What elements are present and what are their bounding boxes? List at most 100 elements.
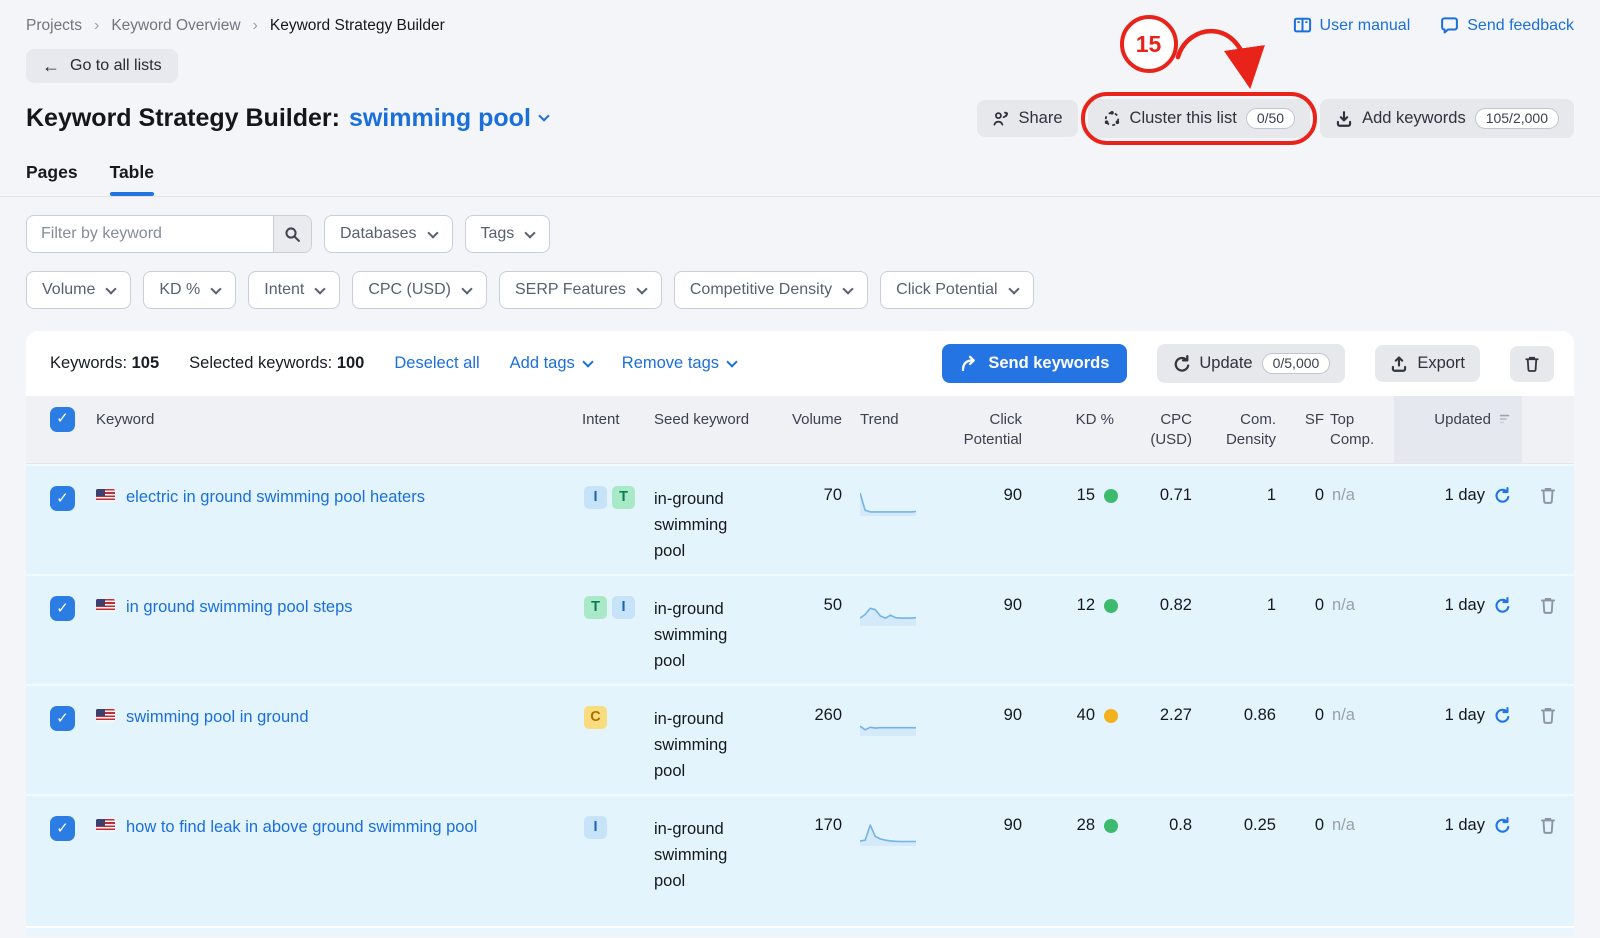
us-flag-icon	[96, 819, 115, 832]
update-label: Update	[1199, 354, 1252, 373]
select-all-checkbox[interactable]: ✓	[50, 407, 75, 432]
kd-value: 28	[1077, 816, 1095, 835]
seed-keyword: in-ground swimming pool	[654, 576, 762, 684]
tab-table[interactable]: Table	[110, 162, 154, 196]
volume-filter-dropdown[interactable]: Volume	[26, 271, 131, 309]
breadcrumb-keyword-overview[interactable]: Keyword Overview	[111, 17, 240, 35]
intent-badge-transactional[interactable]: T	[584, 596, 607, 619]
send-keywords-button[interactable]: Send keywords	[942, 344, 1127, 383]
delete-row-icon[interactable]	[1539, 706, 1557, 725]
header-cpc[interactable]: CPC (USD)	[1120, 396, 1198, 463]
header-keyword[interactable]: Keyword	[90, 396, 582, 463]
click-potential-filter-dropdown[interactable]: Click Potential	[880, 271, 1033, 309]
page-title: Keyword Strategy Builder: swimming pool	[26, 104, 548, 133]
add-keywords-button[interactable]: Add keywords 105/2,000	[1320, 99, 1574, 138]
cluster-button-wrap: Cluster this list 0/50 15	[1088, 99, 1311, 138]
keyword-filter-input[interactable]	[27, 216, 273, 252]
header-intent[interactable]: Intent	[582, 396, 654, 463]
trend-sparkline	[860, 710, 916, 736]
list-name-dropdown[interactable]: swimming pool	[349, 104, 548, 133]
keyword-link[interactable]: electric in ground swimming pool heaters	[126, 486, 425, 508]
cpc-filter-dropdown[interactable]: CPC (USD)	[352, 271, 487, 309]
search-button[interactable]	[273, 216, 311, 252]
header-kd[interactable]: KD %	[1028, 396, 1120, 463]
competitive-density-value: 1	[1198, 466, 1282, 574]
keyword-link[interactable]: how to find leak in above ground swimmin…	[126, 816, 477, 838]
row-checkbox[interactable]: ✓	[50, 486, 75, 511]
intent-badge-transactional[interactable]: T	[612, 486, 635, 509]
sort-icon[interactable]	[1498, 413, 1512, 425]
add-tags-dropdown[interactable]: Add tags	[510, 354, 592, 373]
keywords-quota-badge: 105/2,000	[1475, 108, 1559, 129]
intent-filter-dropdown[interactable]: Intent	[248, 271, 340, 309]
header-com-density[interactable]: Com. Density	[1198, 396, 1282, 463]
cluster-icon	[1103, 110, 1121, 128]
delete-selected-button[interactable]	[1510, 346, 1554, 382]
keyword-link[interactable]: in ground swimming pool steps	[126, 596, 353, 618]
updated-value: 1 day	[1445, 596, 1485, 615]
cluster-this-list-button[interactable]: Cluster this list 0/50	[1088, 99, 1311, 138]
remove-tags-dropdown[interactable]: Remove tags	[622, 354, 736, 373]
share-user-icon	[992, 110, 1010, 128]
tab-pages[interactable]: Pages	[26, 162, 78, 196]
serp-features-filter-dropdown[interactable]: SERP Features	[499, 271, 662, 309]
go-to-all-lists-button[interactable]: ← Go to all lists	[26, 49, 178, 83]
intent-badge-informational[interactable]: I	[584, 816, 607, 839]
deselect-all-link[interactable]: Deselect all	[394, 354, 479, 373]
view-tabs: Pages Table	[26, 162, 1574, 196]
click-potential-filter-label: Click Potential	[896, 281, 997, 299]
top-competitor-value: n/a	[1330, 686, 1394, 794]
volume-filter-label: Volume	[42, 281, 95, 299]
keyword-link[interactable]: swimming pool in ground	[126, 706, 309, 728]
send-feedback-link[interactable]: Send feedback	[1440, 16, 1574, 35]
updated-value: 1 day	[1445, 816, 1485, 835]
page-title-label: Keyword Strategy Builder:	[26, 104, 340, 133]
delete-row-icon[interactable]	[1539, 486, 1557, 505]
breadcrumb-projects[interactable]: Projects	[26, 17, 82, 35]
list-name: swimming pool	[349, 104, 531, 133]
header-volume[interactable]: Volume	[762, 396, 848, 463]
add-keywords-label: Add keywords	[1362, 109, 1466, 128]
header-sf[interactable]: SF	[1282, 396, 1330, 463]
keyword-strategy-builder-page: Projects › Keyword Overview › Keyword St…	[0, 0, 1600, 938]
user-manual-link[interactable]: User manual	[1293, 16, 1411, 35]
export-button[interactable]: Export	[1375, 345, 1480, 382]
top-competitor-value: n/a	[1330, 796, 1394, 926]
update-button[interactable]: Update 0/5,000	[1157, 344, 1345, 383]
header-top-comp[interactable]: Top Comp.	[1330, 396, 1394, 463]
click-potential-value: 90	[944, 466, 1028, 574]
delete-row-icon[interactable]	[1539, 596, 1557, 615]
send-keywords-label: Send keywords	[988, 354, 1109, 373]
refresh-row-icon[interactable]	[1493, 817, 1510, 834]
row-checkbox[interactable]: ✓	[50, 816, 75, 841]
remove-tags-label: Remove tags	[622, 354, 719, 373]
click-potential-value: 90	[944, 576, 1028, 684]
refresh-row-icon[interactable]	[1493, 597, 1510, 614]
intent-badge-informational[interactable]: I	[612, 596, 635, 619]
trash-icon	[1523, 355, 1541, 373]
intent-badge-commercial[interactable]: C	[584, 706, 607, 729]
header-updated[interactable]: Updated	[1394, 396, 1522, 463]
header-click-potential[interactable]: Click Potential	[944, 396, 1028, 463]
databases-dropdown[interactable]: Databases	[324, 215, 453, 253]
refresh-row-icon[interactable]	[1493, 707, 1510, 724]
intent-badge-informational[interactable]: I	[584, 486, 607, 509]
header-seed-keyword[interactable]: Seed keyword	[654, 396, 762, 463]
table-row: ✓ in ground swimming pool steps T I in-g…	[26, 574, 1574, 684]
refresh-row-icon[interactable]	[1493, 487, 1510, 504]
competitive-density-filter-dropdown[interactable]: Competitive Density	[674, 271, 868, 309]
kd-filter-dropdown[interactable]: KD %	[143, 271, 236, 309]
us-flag-icon	[96, 599, 115, 612]
delete-row-icon[interactable]	[1539, 816, 1557, 835]
keywords-table-card: Keywords: 105 Selected keywords: 100 Des…	[26, 331, 1574, 936]
table-toolbar: Keywords: 105 Selected keywords: 100 Des…	[26, 331, 1574, 396]
row-checkbox[interactable]: ✓	[50, 596, 75, 621]
row-checkbox[interactable]: ✓	[50, 706, 75, 731]
share-button[interactable]: Share	[977, 100, 1078, 137]
add-tags-label: Add tags	[510, 354, 575, 373]
chevron-down-icon	[636, 283, 647, 294]
tags-dropdown[interactable]: Tags	[465, 215, 551, 253]
header-trend[interactable]: Trend	[848, 396, 944, 463]
trend-sparkline	[860, 820, 916, 846]
keyword-filter	[26, 215, 312, 253]
